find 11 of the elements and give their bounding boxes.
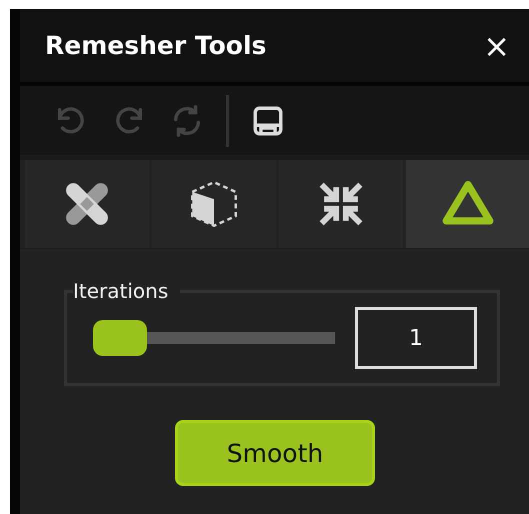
tool-tab[interactable] [152,160,276,248]
group-label: Iterations [73,279,170,303]
smooth-button[interactable]: Smooth [175,420,375,486]
iterations-field[interactable]: 1 [355,307,477,369]
window-title: Remesher Tools [45,31,266,60]
close-button[interactable]: × [479,30,514,62]
tool-tab[interactable] [279,160,403,248]
slider-thumb[interactable] [93,320,147,356]
tool-tab[interactable] [406,160,529,248]
save-icon [251,104,285,138]
tool-tab[interactable] [25,160,149,248]
